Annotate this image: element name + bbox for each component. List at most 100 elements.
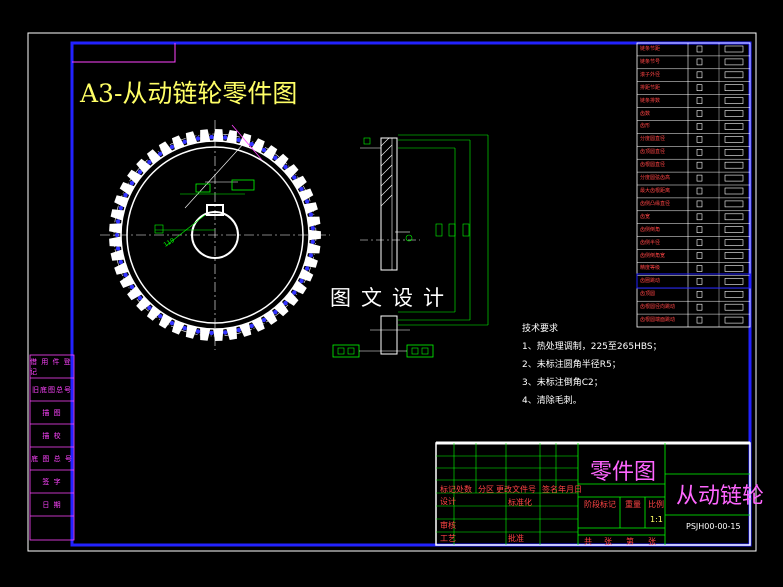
tb-scale: 比例 [648,500,664,509]
tb-weight: 重量 [625,500,641,509]
param-row-label: 齿根圆直径 [640,162,666,169]
tb-sheet: 张 [604,537,612,546]
side-label: 描 图 [42,408,62,417]
tooth-gap [195,136,201,141]
tooth-gap [169,144,175,150]
tooth-gap [209,134,214,140]
tb-row-label: 标记 [440,485,456,494]
tb-header-cell: 更改文件号 [496,485,536,494]
tooth-gap [292,175,297,180]
param-row-label: 齿侧凸缘直径 [640,200,671,207]
datum-box [154,224,164,234]
param-row-label: 齿顶圆 [640,291,656,298]
tooth-gap [129,284,135,290]
tooth-gap [115,219,121,224]
tooth-gap [310,226,315,231]
param-row-label: 分度圆弦齿高 [640,175,671,182]
tooth-gap [118,205,124,211]
tb-row-label: 审核 [440,521,456,530]
tooth-gap [158,151,163,156]
part-type-label: 零件图 [590,460,657,485]
tooth-gap [195,329,201,334]
tb-standardize: 标准化 [508,498,532,507]
side-label: 底 图 总 号 [31,454,73,463]
side-label: 旧底图总号 [32,385,72,394]
side-label: 签 字 [42,477,62,486]
param-row-label: 齿形 [640,123,651,130]
tb-header-cell: 签名 [542,485,558,494]
tooth-gap [236,137,241,143]
sprocket-tooth [213,129,224,142]
param-row-label: 齿宽 [640,213,651,220]
hatching [380,137,393,207]
drawing-title: A3-从动链轮零件图 [80,79,298,108]
param-row-label: 链条节距 [640,46,661,52]
tooth-gap [308,212,314,217]
tooth-gap [261,317,267,323]
sprocket-tooth [109,236,122,247]
param-row-label: 齿顶圆直径 [640,149,666,156]
param-row-label: 精度等级 [640,265,661,272]
tooth-gap [115,246,121,251]
param-row-label: 滚子外径 [640,71,661,78]
tb-header-cell: 分区 [478,485,494,494]
tb-sheet: 共 [584,537,592,546]
tooth-gap [182,326,187,331]
tooth-gap [283,164,288,170]
tooth-gap [123,272,128,278]
side-label: 日 期 [42,500,62,509]
tb-sheet: 第 [626,537,634,546]
param-row-label: 齿根圆端面跳动 [640,317,676,324]
tech-item: 3、未标注倒角C2； [522,378,603,388]
param-row-label: 齿侧倒角宽 [640,252,666,259]
tooth-gap [310,239,315,244]
drawing-number: PSJH00-00-15 [686,522,741,531]
tooth-gap [209,330,214,336]
tooth-gap [304,199,310,204]
sprocket-tooth [213,328,224,341]
tb-header-cell: 年月日 [558,485,582,494]
param-row-label: 最大齿根距离 [640,188,671,194]
corner-box [72,43,176,63]
tooth-gap [236,327,241,333]
tb-sheet: 张 [648,537,656,546]
param-row-label: 链条节号 [640,58,661,65]
param-row-label: 齿侧倒角 [640,226,661,233]
tooth-gap [299,186,304,192]
param-row-label: 齿侧半径 [640,239,661,246]
param-row-label: 分度圆直径 [640,136,666,143]
tooth-gap [137,295,143,301]
param-row-label: 齿根圆径向跳动 [640,304,676,311]
sprocket-tooth [200,327,211,341]
tooth-gap [223,135,228,140]
param-row-label: 链条排数 [640,97,661,104]
dim-label-119: 119 [163,237,177,249]
tech-item: 1、热处理调制，225至265HBS； [522,342,662,352]
tooth-gap [223,330,228,335]
tb-stage: 阶段标记 [584,500,616,509]
tech-requirements: 技术要求 1、热处理调制，225至265HBS； 2、未标注圆角半径R5； 3、… [522,320,662,410]
tooth-gap [147,160,152,165]
param-row-label: 排距节距 [640,84,661,91]
tooth-gap [118,259,124,265]
side-label: 描 校 [42,431,62,440]
tb-header-cell: 处数 [456,485,472,494]
tooth-gap [249,323,254,329]
sprocket-tooth [109,223,122,234]
param-row-label: 齿数 [640,110,651,117]
tolerance-box-1 [231,179,255,191]
sprocket-side-view [332,134,489,358]
param-row-label: 齿圈跳动 [640,278,661,285]
part-name-label: 从动链轮 [676,484,765,509]
tooth-gap [292,290,297,295]
tb-row-label: 设计 [440,497,456,506]
tooth-gap [273,310,278,315]
tb-approve: 批准 [508,534,524,543]
tb-row-label: 工艺 [440,534,456,543]
sprocket-front-view: 119 [100,120,330,350]
tech-item: 2、未标注圆角半径R5； [522,360,621,370]
side-label: 借 用 件 登 记 [30,357,72,376]
tooth-gap [308,253,314,258]
tech-item: 4、清除毛刺。 [522,396,582,406]
tooth-gap [182,139,187,144]
